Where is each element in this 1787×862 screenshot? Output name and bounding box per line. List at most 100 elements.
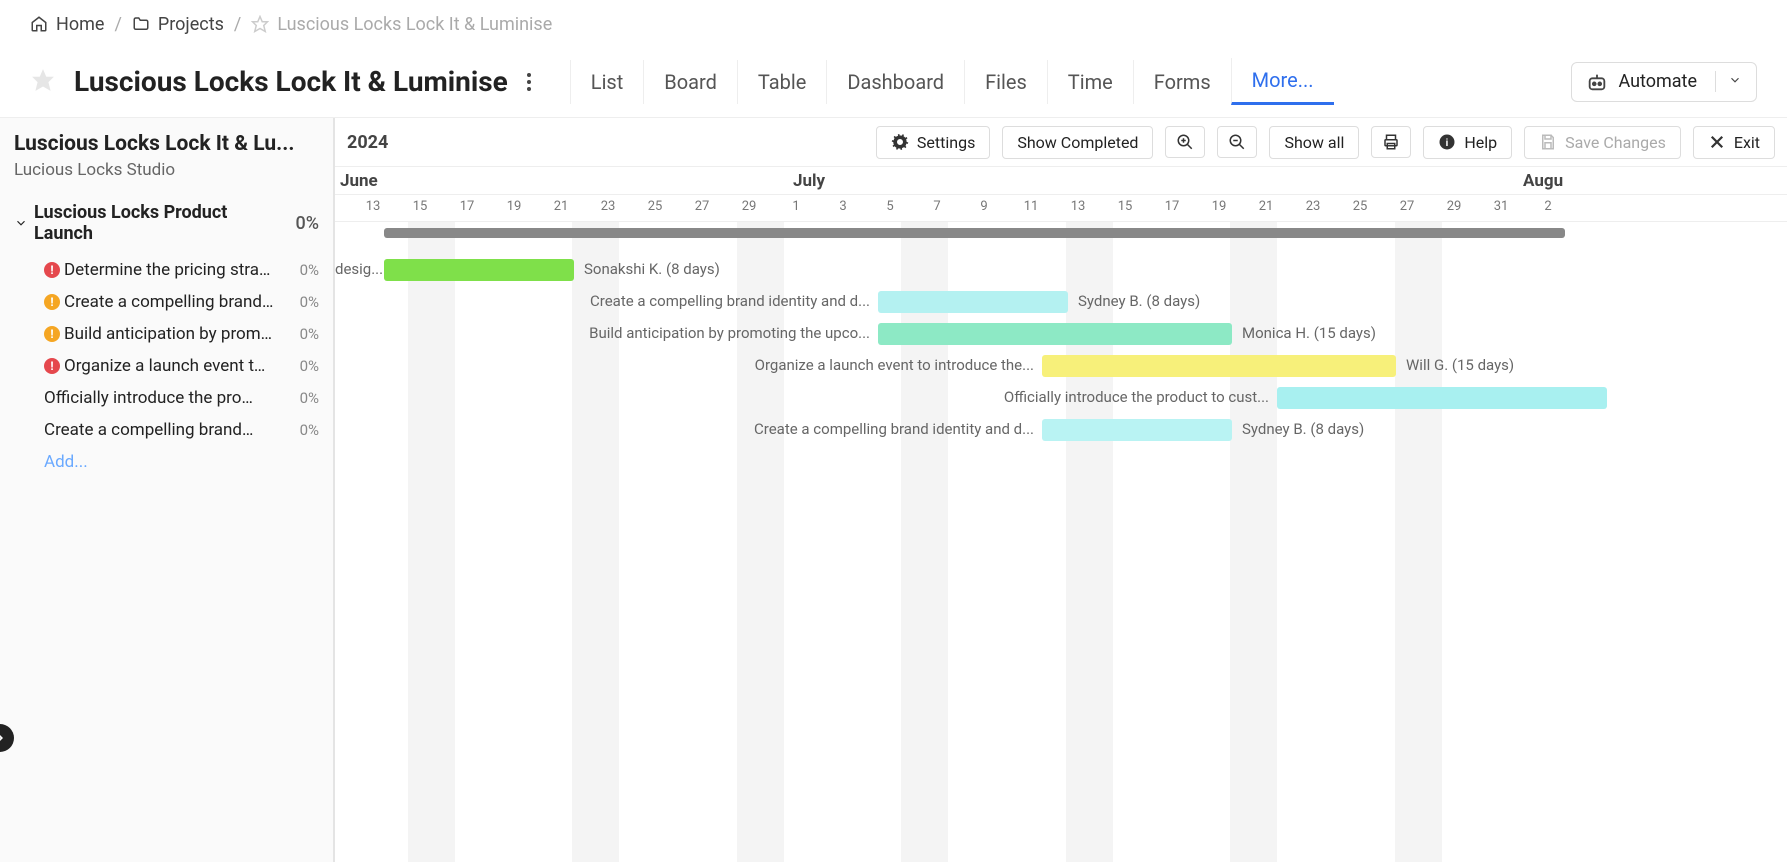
star-icon: [30, 67, 56, 93]
gantt-task-bar[interactable]: [1042, 419, 1232, 441]
gantt-day-label: 13: [1071, 199, 1086, 214]
settings-button[interactable]: Settings: [876, 126, 990, 159]
task-label: Officially introduce the product...: [44, 388, 254, 408]
gantt-month-label: Augu: [1523, 171, 1563, 191]
gantt-day-label: 7: [933, 199, 940, 214]
gantt-day-label: 25: [648, 199, 663, 214]
gantt-bar-left-label: desig...: [335, 260, 376, 278]
priority-badge: !: [44, 326, 60, 342]
gantt-day-label: 15: [1118, 199, 1133, 214]
task-label: Create a compelling brand id...: [64, 292, 274, 312]
sidebar-project-subtitle: Lucious Locks Studio: [14, 160, 319, 180]
automate-dropdown[interactable]: [1715, 71, 1742, 92]
task-group-pct: 0%: [296, 213, 319, 234]
task-row[interactable]: Officially introduce the product... 0%: [14, 382, 319, 414]
gantt-month-label: June: [340, 171, 378, 191]
gantt-day-label: 17: [460, 199, 475, 214]
gantt-day-label: 1: [792, 199, 799, 214]
breadcrumb-home[interactable]: Home: [30, 14, 104, 35]
zoom-out-button[interactable]: [1217, 126, 1257, 158]
help-label: Help: [1464, 133, 1497, 152]
task-row[interactable]: Create a compelling brand iden... 0%: [14, 414, 319, 446]
gantt-day-label: 15: [413, 199, 428, 214]
main-content: Luscious Locks Lock It & Lu... Lucious L…: [0, 118, 1787, 862]
save-label: Save Changes: [1565, 133, 1666, 152]
weekend-column: [1395, 222, 1442, 862]
task-pct: 0%: [300, 389, 319, 407]
gantt-day-label: 9: [980, 199, 987, 214]
gantt-bar-left-label: Officially introduce the product to cust…: [335, 388, 1269, 406]
gantt-bar-right-label: Monica H. (15 days): [1242, 324, 1376, 342]
gantt-task-bar[interactable]: [1277, 387, 1607, 409]
gantt-day-label: 29: [1447, 199, 1462, 214]
task-pct: 0%: [300, 293, 319, 311]
task-label: Determine the pricing strate...: [64, 260, 274, 280]
task-pct: 0%: [300, 421, 319, 439]
gantt-group-bar[interactable]: [384, 228, 1565, 238]
task-row[interactable]: !Determine the pricing strate...0%: [14, 254, 319, 286]
task-pct: 0%: [300, 357, 319, 375]
task-pct: 0%: [300, 325, 319, 343]
show-completed-button[interactable]: Show Completed: [1002, 126, 1153, 159]
tab-dashboard[interactable]: Dashboard: [826, 60, 964, 104]
print-button[interactable]: [1371, 126, 1411, 158]
gantt-view: 2024 Settings Show Completed Show all i: [335, 118, 1787, 862]
automate-button[interactable]: Automate: [1571, 62, 1757, 102]
show-all-button[interactable]: Show all: [1269, 126, 1359, 159]
info-icon: i: [1438, 133, 1456, 151]
breadcrumb: Home / Projects / Luscious Locks Lock It…: [0, 0, 1787, 48]
zoom-in-button[interactable]: [1165, 126, 1205, 158]
save-button[interactable]: Save Changes: [1524, 126, 1681, 159]
breadcrumb-current-label: Luscious Locks Lock It & Luminise: [277, 14, 552, 35]
tab-time[interactable]: Time: [1047, 60, 1133, 104]
star-icon: [251, 15, 269, 33]
exit-button[interactable]: Exit: [1693, 126, 1775, 159]
favorite-star[interactable]: [30, 67, 56, 97]
folder-icon: [132, 15, 150, 33]
tab-more[interactable]: More...: [1231, 58, 1334, 105]
gantt-bar-right-label: Sydney B. (8 days): [1078, 292, 1200, 310]
weekend-column: [1230, 222, 1277, 862]
show-completed-label: Show Completed: [1017, 133, 1138, 152]
breadcrumb-current: Luscious Locks Lock It & Luminise: [251, 14, 552, 35]
weekend-column: [737, 222, 784, 862]
priority-badge: !: [44, 294, 60, 310]
gantt-day-label: 27: [695, 199, 710, 214]
gantt-body[interactable]: desig...Sonakshi K. (8 days)Create a com…: [335, 222, 1787, 862]
gantt-task-bar[interactable]: [878, 323, 1232, 345]
tab-board[interactable]: Board: [643, 60, 737, 104]
tab-table[interactable]: Table: [737, 60, 826, 104]
gantt-day-label: 21: [1259, 199, 1274, 214]
task-row[interactable]: !Create a compelling brand id... 0%: [14, 286, 319, 318]
task-group-row[interactable]: Luscious Locks Product Launch 0%: [14, 202, 319, 244]
breadcrumb-projects[interactable]: Projects: [132, 14, 224, 35]
view-tabs: List Board Table Dashboard Files Time Fo…: [570, 58, 1334, 105]
gantt-days-row: 1315171921232527291357911131517192123252…: [335, 195, 1787, 223]
task-row[interactable]: !Organize a launch event to i...0%: [14, 350, 319, 382]
gear-icon: [891, 133, 909, 151]
weekend-column: [408, 222, 455, 862]
gantt-task-bar[interactable]: [384, 259, 574, 281]
task-row[interactable]: !Build anticipation by promoti... 0%: [14, 318, 319, 350]
tab-list[interactable]: List: [570, 60, 644, 104]
task-label: Create a compelling brand iden...: [44, 420, 254, 440]
zoom-out-icon: [1228, 133, 1246, 151]
priority-badge: !: [44, 358, 60, 374]
gantt-day-label: 23: [601, 199, 616, 214]
gantt-day-label: 2: [1544, 199, 1551, 214]
tab-forms[interactable]: Forms: [1133, 60, 1231, 104]
help-button[interactable]: i Help: [1423, 126, 1512, 159]
print-icon: [1382, 133, 1400, 151]
gantt-day-label: 19: [507, 199, 522, 214]
gantt-task-bar[interactable]: [1042, 355, 1396, 377]
tab-files[interactable]: Files: [964, 60, 1047, 104]
home-icon: [30, 15, 48, 33]
task-label: Build anticipation by promoti...: [64, 324, 274, 344]
add-task-button[interactable]: Add...: [14, 446, 319, 478]
page-title: Luscious Locks Lock It & Luminise: [74, 65, 508, 98]
gantt-task-bar[interactable]: [878, 291, 1068, 313]
project-menu-button[interactable]: [518, 68, 540, 96]
weekend-column: [901, 222, 948, 862]
show-all-label: Show all: [1284, 133, 1344, 152]
gantt-header: JuneJulyAugu 131517192123252729135791113…: [335, 166, 1787, 222]
